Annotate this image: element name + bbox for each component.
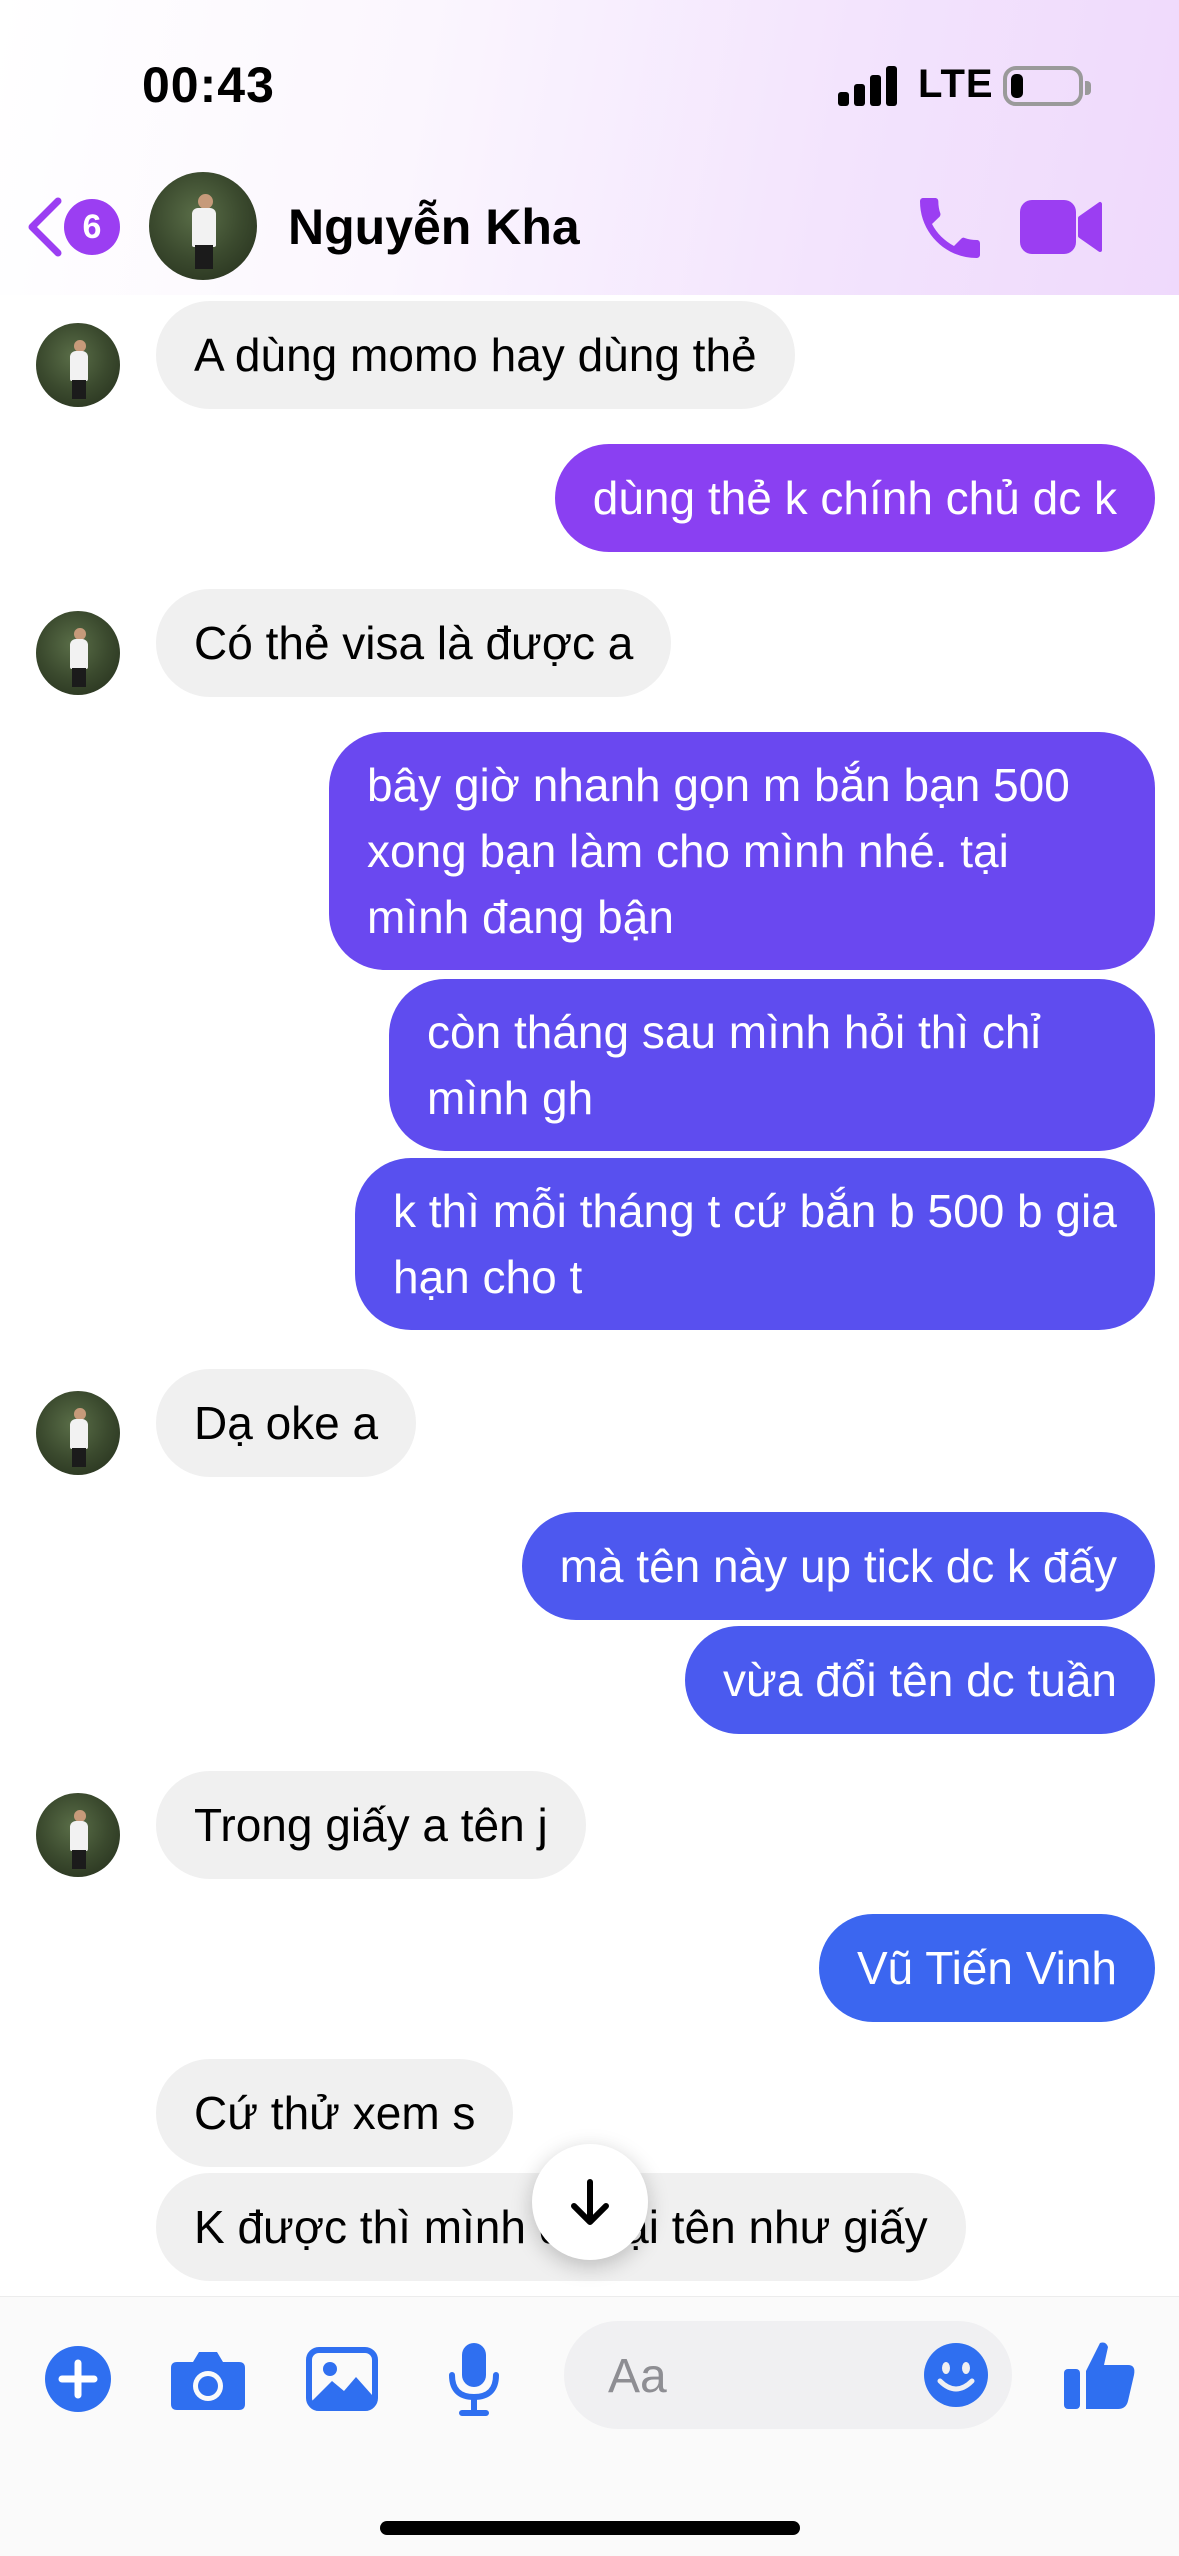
voice-call-button[interactable] [910,188,990,268]
plus-icon [45,2346,111,2412]
outgoing-message[interactable]: Vũ Tiến Vinh [818,1914,1155,2022]
message-avatar [36,1391,120,1475]
network-type: LTE [918,62,994,106]
message-list[interactable]: A dùng momo hay dùng thẻ dùng thẻ k chín… [0,295,1179,2295]
battery-level [1011,74,1023,98]
cellular-signal-icon [838,66,900,106]
chevron-left-icon [28,197,62,257]
outgoing-message[interactable]: còn tháng sau mình hỏi thì chỉ mình gh [389,979,1155,1151]
voice-message-button[interactable] [434,2339,514,2419]
microphone-icon [449,2343,499,2416]
incoming-message[interactable]: Có thẻ visa là được a [156,589,672,697]
image-icon [306,2347,378,2411]
arrow-down-icon [571,2179,609,2225]
message-avatar [36,1793,120,1877]
status-bar: 00:43 LTE [0,0,1179,150]
phone-icon [920,198,980,258]
video-call-button[interactable] [1018,192,1104,262]
message-avatar [36,323,120,407]
message-input-placeholder: Aa [608,2350,667,2403]
contact-avatar[interactable] [149,172,257,280]
unread-count-badge: 6 [64,199,120,255]
message-input[interactable]: Aa [564,2321,1012,2429]
outgoing-message[interactable]: vừa đổi tên dc tuần [685,1626,1155,1734]
thumbs-up-icon [1064,2342,1135,2409]
video-camera-icon [1020,200,1102,254]
more-actions-button[interactable] [38,2339,118,2419]
like-button[interactable] [1060,2335,1140,2415]
incoming-message[interactable]: A dùng momo hay dùng thẻ [156,301,795,409]
outgoing-message[interactable]: k thì mỗi tháng t cứ bắn b 500 b gia hạn… [355,1158,1155,1330]
scroll-to-bottom-button[interactable] [532,2144,648,2260]
message-avatar [36,611,120,695]
gallery-button[interactable] [302,2339,382,2419]
back-button[interactable]: 6 [24,195,124,259]
home-indicator[interactable] [380,2521,800,2535]
battery-icon [1003,66,1091,106]
outgoing-message[interactable]: mà tên này up tick dc k đấy [521,1512,1155,1620]
camera-icon [171,2352,245,2410]
contact-name[interactable]: Nguyễn Kha [288,198,580,256]
emoji-icon [924,2343,988,2407]
conversation-header: 6 Nguyễn Kha [0,150,1179,295]
status-time: 00:43 [142,57,275,113]
outgoing-message[interactable]: bây giờ nhanh gọn m bắn bạn 500 xong bạn… [329,732,1155,970]
message-composer: Aa [0,2296,1179,2556]
incoming-message[interactable]: Trong giấy a tên j [156,1771,586,1879]
incoming-message[interactable]: Dạ oke a [156,1369,417,1477]
camera-button[interactable] [168,2339,248,2419]
outgoing-message[interactable]: dùng thẻ k chính chủ dc k [554,444,1155,552]
emoji-button[interactable] [922,2341,990,2409]
incoming-message[interactable]: Cứ thử xem s [156,2059,514,2167]
